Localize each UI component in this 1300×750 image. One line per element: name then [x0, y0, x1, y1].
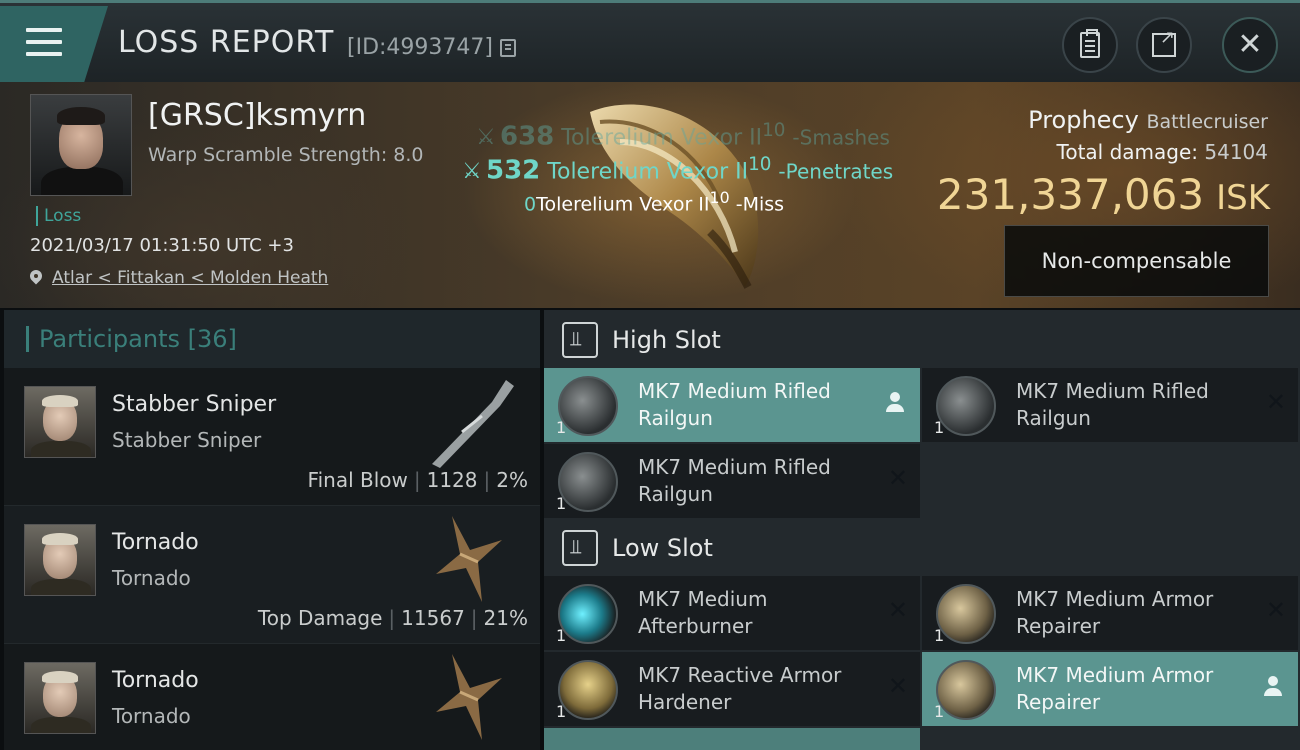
armor-repairer-icon	[936, 660, 996, 720]
participant-pilot: Stabber Sniper	[112, 428, 262, 452]
participants-header[interactable]: Participants [36]	[4, 310, 540, 368]
armor-hardener-icon	[558, 660, 618, 720]
participant-portrait[interactable]	[24, 662, 96, 734]
participant-portrait[interactable]	[24, 386, 96, 458]
participant-ship: Tornado	[112, 668, 199, 693]
menu-icon	[26, 28, 62, 58]
module-name: MK7 Medium Rifled Railgun	[638, 379, 831, 430]
module-name: MK7 Reactive Armor Hardener	[638, 663, 842, 714]
damage-feed-entry: ⚔ 532 Tolerelium Vexor II10 -Penetrates	[462, 154, 894, 186]
participants-panel: Participants [36] Stabber Sniper Stabber…	[4, 310, 540, 750]
participant-ship: Tornado	[112, 530, 199, 555]
destroyed-icon: ✕	[1265, 596, 1286, 624]
user-icon	[1264, 676, 1282, 698]
loss-location[interactable]: Atlar < Fittakan < Molden Heath	[30, 268, 328, 288]
destroyed-icon: ✕	[1265, 388, 1286, 416]
sword-icon: ⚔	[462, 159, 482, 185]
participant-ship-image	[436, 516, 502, 602]
module-slot[interactable]: 1 MK7 Medium Rifled Railgun	[544, 368, 920, 442]
module-slot[interactable]: 1 MK7 Reactive Armor Hardener ✕	[544, 652, 920, 726]
module-slot[interactable]: 1 MK7 Medium Armor Repairer ✕	[922, 576, 1298, 650]
victim-portrait[interactable]	[30, 94, 132, 196]
railgun-icon	[558, 452, 618, 512]
participant-ship: Stabber Sniper	[112, 392, 277, 417]
participant-stats: Top Damage | 11567 | 21%	[257, 606, 528, 630]
participant-pilot: Tornado	[112, 704, 191, 728]
loss-datetime: 2021/03/17 01:31:50 UTC +3	[30, 235, 294, 256]
railgun-icon	[936, 376, 996, 436]
railgun-icon	[558, 376, 618, 436]
close-button[interactable]: ✕	[1222, 17, 1278, 73]
menu-button[interactable]	[0, 6, 108, 82]
module-slot[interactable]: 1 MK7 Medium Afterburner ✕	[544, 576, 920, 650]
destroyed-icon: ✕	[887, 672, 908, 700]
user-icon	[886, 392, 904, 414]
victim-name[interactable]: [GRSC]ksmyrn	[148, 98, 366, 133]
participant-pilot: Tornado	[112, 566, 191, 590]
module-slot-partial[interactable]	[544, 728, 920, 750]
clipboard-button[interactable]	[1062, 17, 1118, 73]
destroyed-icon: ✕	[887, 596, 908, 624]
participant-ship-image	[436, 654, 502, 740]
participant-stats: Final Blow | 1128 | 2%	[307, 468, 528, 492]
low-slot-header: Low Slot	[544, 518, 1300, 578]
compensation-status: Non-compensable	[1004, 225, 1269, 297]
low-slot-icon	[562, 530, 598, 566]
close-icon: ✕	[1237, 27, 1263, 62]
location-link[interactable]: Atlar < Fittakan < Molden Heath	[52, 268, 328, 288]
participant-row[interactable]: Tornado Tornado Top Damage | 11567 | 21%	[4, 506, 540, 644]
clipboard-icon	[1080, 29, 1100, 58]
module-name: MK7 Medium Afterburner	[638, 587, 768, 638]
participant-ship-image	[432, 380, 514, 468]
participant-portrait[interactable]	[24, 524, 96, 596]
afterburner-icon	[558, 584, 618, 644]
sword-icon: ⚔	[476, 125, 496, 151]
warp-scramble-strength: Warp Scramble Strength: 8.0	[148, 144, 424, 166]
loss-tag: Loss	[36, 206, 81, 226]
isk-value: 231,337,063 ISK	[936, 170, 1270, 219]
top-bar: LOSS REPORT [ID:4993747] ✕	[0, 0, 1300, 82]
high-slot-icon	[562, 322, 598, 358]
fitting-panel: High Slot 1 MK7 Medium Rifled Railgun 1 …	[544, 310, 1300, 750]
module-name: MK7 Medium Armor Repairer	[1016, 663, 1214, 714]
module-slot[interactable]: 1 MK7 Medium Rifled Railgun ✕	[544, 444, 920, 518]
share-icon	[1152, 27, 1176, 57]
total-damage: Total damage: 54104	[1056, 140, 1268, 164]
armor-repairer-icon	[936, 584, 996, 644]
location-pin-icon	[30, 270, 42, 286]
page-title: LOSS REPORT	[118, 25, 335, 60]
ship-name[interactable]: Prophecy Battlecruiser	[1028, 106, 1268, 134]
share-button[interactable]	[1136, 17, 1192, 73]
destroyed-icon: ✕	[887, 464, 908, 492]
damage-feed-entry: 0Tolerelium Vexor II10 -Miss	[524, 188, 785, 216]
module-name: MK7 Medium Rifled Railgun	[1016, 379, 1209, 430]
report-id: [ID:4993747]	[347, 35, 493, 60]
participant-row[interactable]: Stabber Sniper Stabber Sniper Final Blow…	[4, 368, 540, 506]
loss-summary: [GRSC]ksmyrn Warp Scramble Strength: 8.0…	[0, 82, 1300, 308]
module-slot[interactable]: 1 MK7 Medium Rifled Railgun ✕	[922, 368, 1298, 442]
high-slot-header: High Slot	[544, 310, 1300, 370]
participant-row[interactable]: Tornado Tornado	[4, 644, 540, 750]
damage-feed-entry: ⚔ 638 Tolerelium Vexor II10 -Smashes	[476, 120, 890, 152]
copy-icon[interactable]	[500, 39, 516, 57]
module-slot[interactable]: 1 MK7 Medium Armor Repairer	[922, 652, 1298, 726]
module-name: MK7 Medium Armor Repairer	[1016, 587, 1214, 638]
module-name: MK7 Medium Rifled Railgun	[638, 455, 831, 506]
